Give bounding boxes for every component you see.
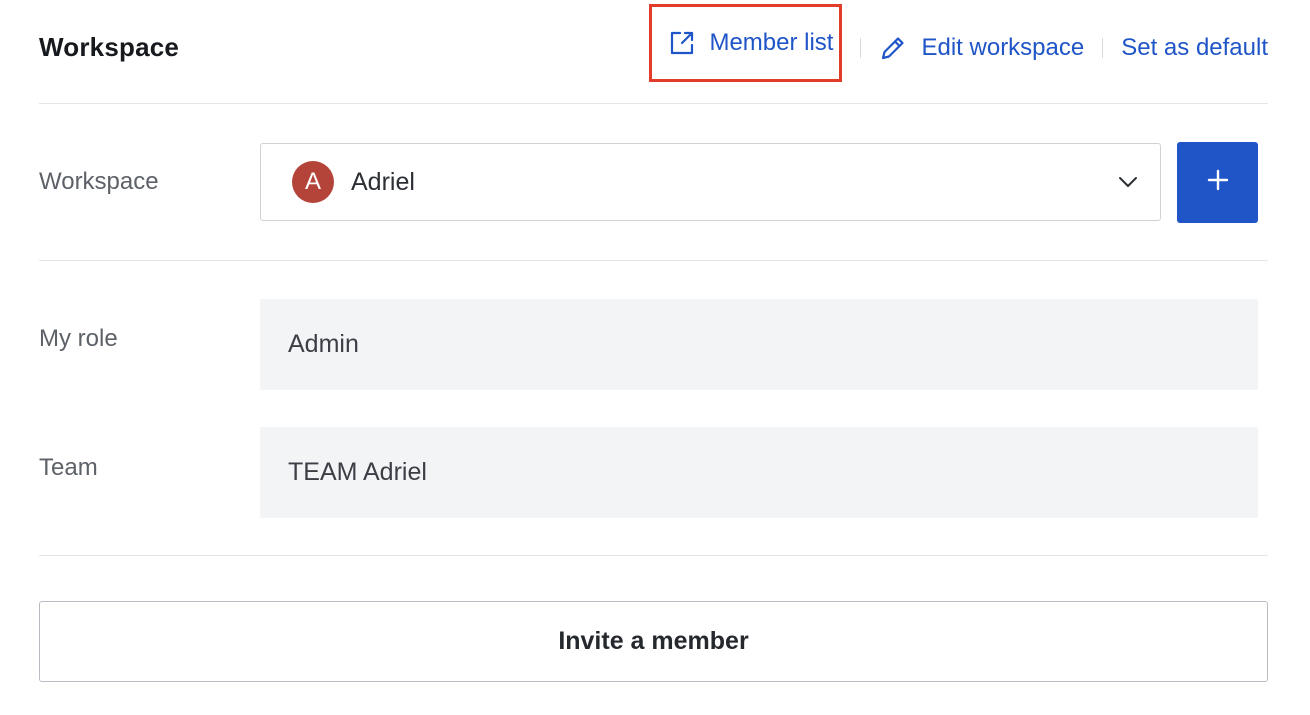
my-role-value: Admin xyxy=(260,299,1258,390)
member-list-label: Member list xyxy=(709,29,834,56)
divider xyxy=(39,260,1268,261)
page-title: Workspace xyxy=(39,32,180,62)
workspace-select-value: Adriel xyxy=(351,167,415,196)
my-role-label: My role xyxy=(39,325,118,352)
header-actions: Member list Edit workspace Set as defaul… xyxy=(649,4,1268,82)
member-list-link[interactable]: Member list xyxy=(669,29,833,57)
workspace-header: Workspace Member list Edit workspace Set… xyxy=(39,4,1268,82)
team-label: Team xyxy=(39,454,98,481)
set-default-label: Set as default xyxy=(1121,34,1268,61)
edit-workspace-label: Edit workspace xyxy=(921,34,1085,61)
edit-workspace-link[interactable]: Edit workspace xyxy=(879,34,1084,62)
workspace-select[interactable]: A Adriel xyxy=(260,143,1161,221)
member-list-highlight: Member list xyxy=(649,4,843,82)
plus-icon xyxy=(1206,168,1230,197)
pencil-icon xyxy=(879,34,907,62)
workspace-label: Workspace xyxy=(39,168,159,195)
team-value: TEAM Adriel xyxy=(260,427,1258,518)
external-link-icon xyxy=(669,30,695,56)
divider xyxy=(39,103,1268,104)
add-workspace-button[interactable] xyxy=(1177,142,1258,223)
action-separator xyxy=(860,38,862,58)
set-default-link[interactable]: Set as default xyxy=(1121,34,1268,62)
action-separator xyxy=(1102,38,1104,58)
divider xyxy=(39,555,1268,556)
invite-member-button[interactable]: Invite a member xyxy=(39,601,1268,682)
chevron-down-icon xyxy=(1116,170,1140,199)
avatar: A xyxy=(292,161,334,203)
